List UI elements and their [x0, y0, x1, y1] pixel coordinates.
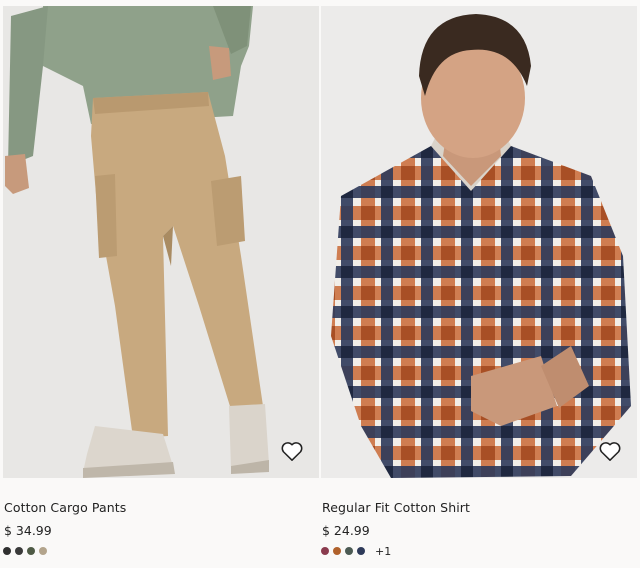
color-swatch[interactable] [27, 547, 35, 555]
product-price: $ 34.99 [4, 523, 52, 538]
color-swatch[interactable] [3, 547, 11, 555]
color-swatch[interactable] [39, 547, 47, 555]
product-image[interactable] [3, 6, 319, 478]
product-image[interactable] [321, 6, 637, 478]
color-swatch[interactable] [357, 547, 365, 555]
product-grid: Cotton Cargo Pants $ 34.99 Regular Fit C… [0, 0, 640, 568]
color-swatch[interactable] [345, 547, 353, 555]
color-swatches [3, 546, 47, 556]
color-swatch[interactable] [333, 547, 341, 555]
product-name[interactable]: Cotton Cargo Pants [4, 500, 126, 515]
color-swatches: +1 [321, 545, 391, 558]
favorite-button[interactable] [595, 436, 625, 466]
product-card[interactable]: Regular Fit Cotton Shirt $ 24.99 +1 [321, 0, 637, 568]
heart-outline-icon [281, 442, 303, 461]
more-colors-count[interactable]: +1 [375, 545, 391, 558]
heart-outline-icon [599, 442, 621, 461]
product-card[interactable]: Cotton Cargo Pants $ 34.99 [3, 0, 319, 568]
favorite-button[interactable] [277, 436, 307, 466]
product-price: $ 24.99 [322, 523, 370, 538]
product-name[interactable]: Regular Fit Cotton Shirt [322, 500, 470, 515]
color-swatch[interactable] [15, 547, 23, 555]
color-swatch[interactable] [321, 547, 329, 555]
